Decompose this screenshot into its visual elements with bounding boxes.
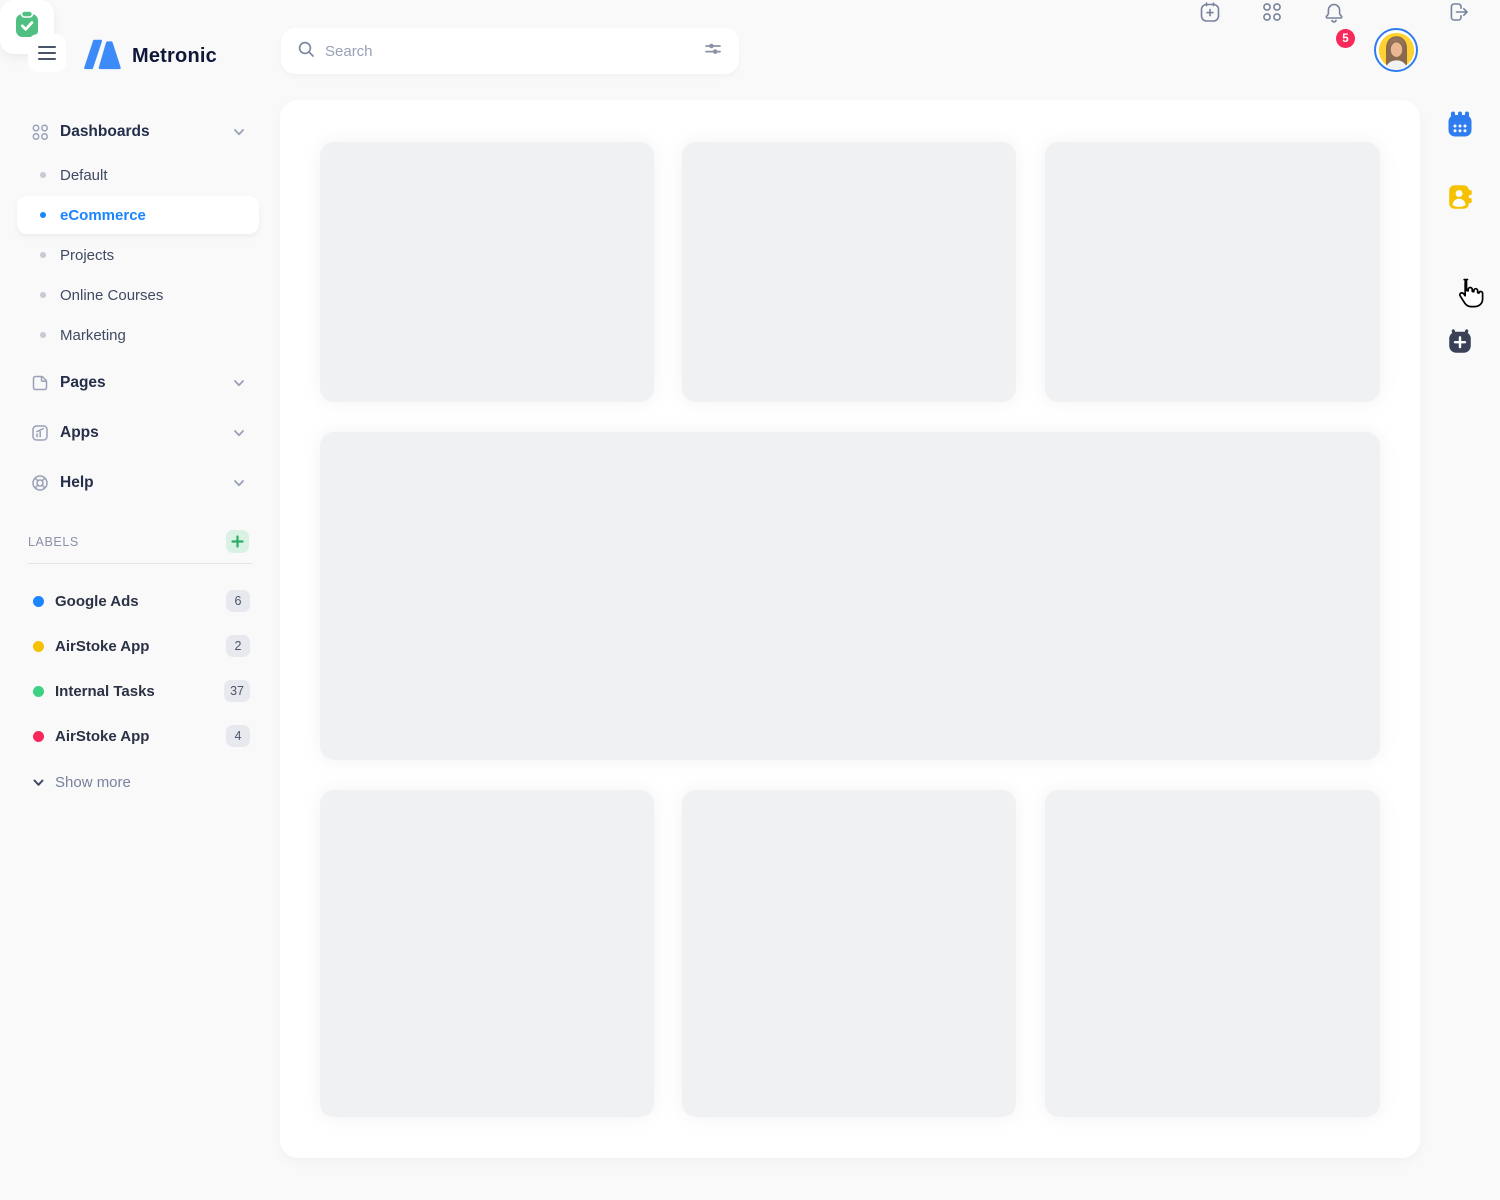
sign-out-icon[interactable] xyxy=(1447,0,1471,24)
notification-badge: 5 xyxy=(1336,29,1355,48)
chevron-down-icon xyxy=(232,476,246,490)
bullet-icon xyxy=(40,292,46,298)
placeholder-card xyxy=(320,790,654,1117)
menu-icon xyxy=(38,46,56,48)
bullet-icon xyxy=(40,252,46,258)
sidebar-item-dashboards[interactable]: Dashboards xyxy=(0,112,260,152)
count-badge: 2 xyxy=(226,635,250,657)
divider xyxy=(28,563,252,564)
placeholder-card xyxy=(682,790,1016,1117)
brand-name: Metronic xyxy=(132,45,217,68)
label-item-internal-tasks[interactable]: Internal Tasks 37 xyxy=(0,671,260,711)
label-color-dot xyxy=(33,686,44,697)
label-item-google-ads[interactable]: Google Ads 6 xyxy=(0,581,260,621)
label-color-dot xyxy=(33,641,44,652)
add-note-icon[interactable] xyxy=(1445,327,1475,357)
pages-icon xyxy=(30,373,50,393)
grid-icon xyxy=(30,122,50,142)
count-badge: 6 xyxy=(226,590,250,612)
mouse-cursor-pointer xyxy=(1452,276,1488,312)
add-label-button[interactable] xyxy=(226,530,249,553)
plus-icon xyxy=(231,535,244,548)
sidebar-item-help[interactable]: Help xyxy=(0,463,260,503)
main-content-card xyxy=(280,100,1420,1158)
chevron-down-icon xyxy=(232,125,246,139)
bullet-icon xyxy=(40,212,46,218)
count-badge: 4 xyxy=(226,725,250,747)
sidebar-item-projects[interactable]: Projects xyxy=(0,236,260,274)
calendar-add-icon[interactable] xyxy=(1198,0,1222,24)
sidebar-item-marketing[interactable]: Marketing xyxy=(0,316,260,354)
help-lifering-icon xyxy=(30,473,50,493)
bullet-icon xyxy=(40,172,46,178)
search-icon xyxy=(297,40,315,63)
chevron-down-icon xyxy=(31,775,46,790)
label-color-dot xyxy=(33,596,44,607)
sidebar-item-default[interactable]: Default xyxy=(0,156,260,194)
apps-chart-icon xyxy=(30,423,50,443)
label-item-airstoke-app[interactable]: AirStoke App 2 xyxy=(0,626,260,666)
placeholder-card xyxy=(320,142,654,402)
search-bar[interactable] xyxy=(281,28,739,74)
chevron-down-icon xyxy=(232,426,246,440)
label-item-airstoke-app-2[interactable]: AirStoke App 4 xyxy=(0,716,260,756)
sidebar-item-label: Dashboards xyxy=(60,123,150,141)
contacts-icon[interactable] xyxy=(1445,182,1475,212)
count-badge: 37 xyxy=(224,680,250,702)
filter-sliders-icon[interactable] xyxy=(703,39,723,64)
bullet-icon xyxy=(40,332,46,338)
placeholder-card xyxy=(682,142,1016,402)
placeholder-card xyxy=(1045,142,1380,402)
placeholder-card xyxy=(1045,790,1380,1117)
sidebar-item-apps[interactable]: Apps xyxy=(0,413,260,453)
calendar-icon[interactable] xyxy=(1444,109,1476,141)
bell-icon[interactable] xyxy=(1322,0,1346,24)
app-launcher-icon[interactable] xyxy=(1260,0,1284,24)
sidebar-item-online-courses[interactable]: Online Courses xyxy=(0,276,260,314)
brand-logo[interactable]: Metronic xyxy=(78,36,217,77)
menu-button[interactable] xyxy=(28,34,66,72)
avatar[interactable] xyxy=(1374,28,1418,72)
sidebar-item-ecommerce[interactable]: eCommerce xyxy=(17,196,259,234)
label-color-dot xyxy=(33,731,44,742)
search-input[interactable] xyxy=(325,43,703,60)
labels-heading: LABELS xyxy=(28,535,79,549)
chevron-down-icon xyxy=(232,376,246,390)
show-more-button[interactable]: Show more xyxy=(0,764,260,800)
sidebar-item-pages[interactable]: Pages xyxy=(0,363,260,403)
placeholder-panel xyxy=(320,432,1380,760)
metronic-logo-icon xyxy=(78,36,122,77)
